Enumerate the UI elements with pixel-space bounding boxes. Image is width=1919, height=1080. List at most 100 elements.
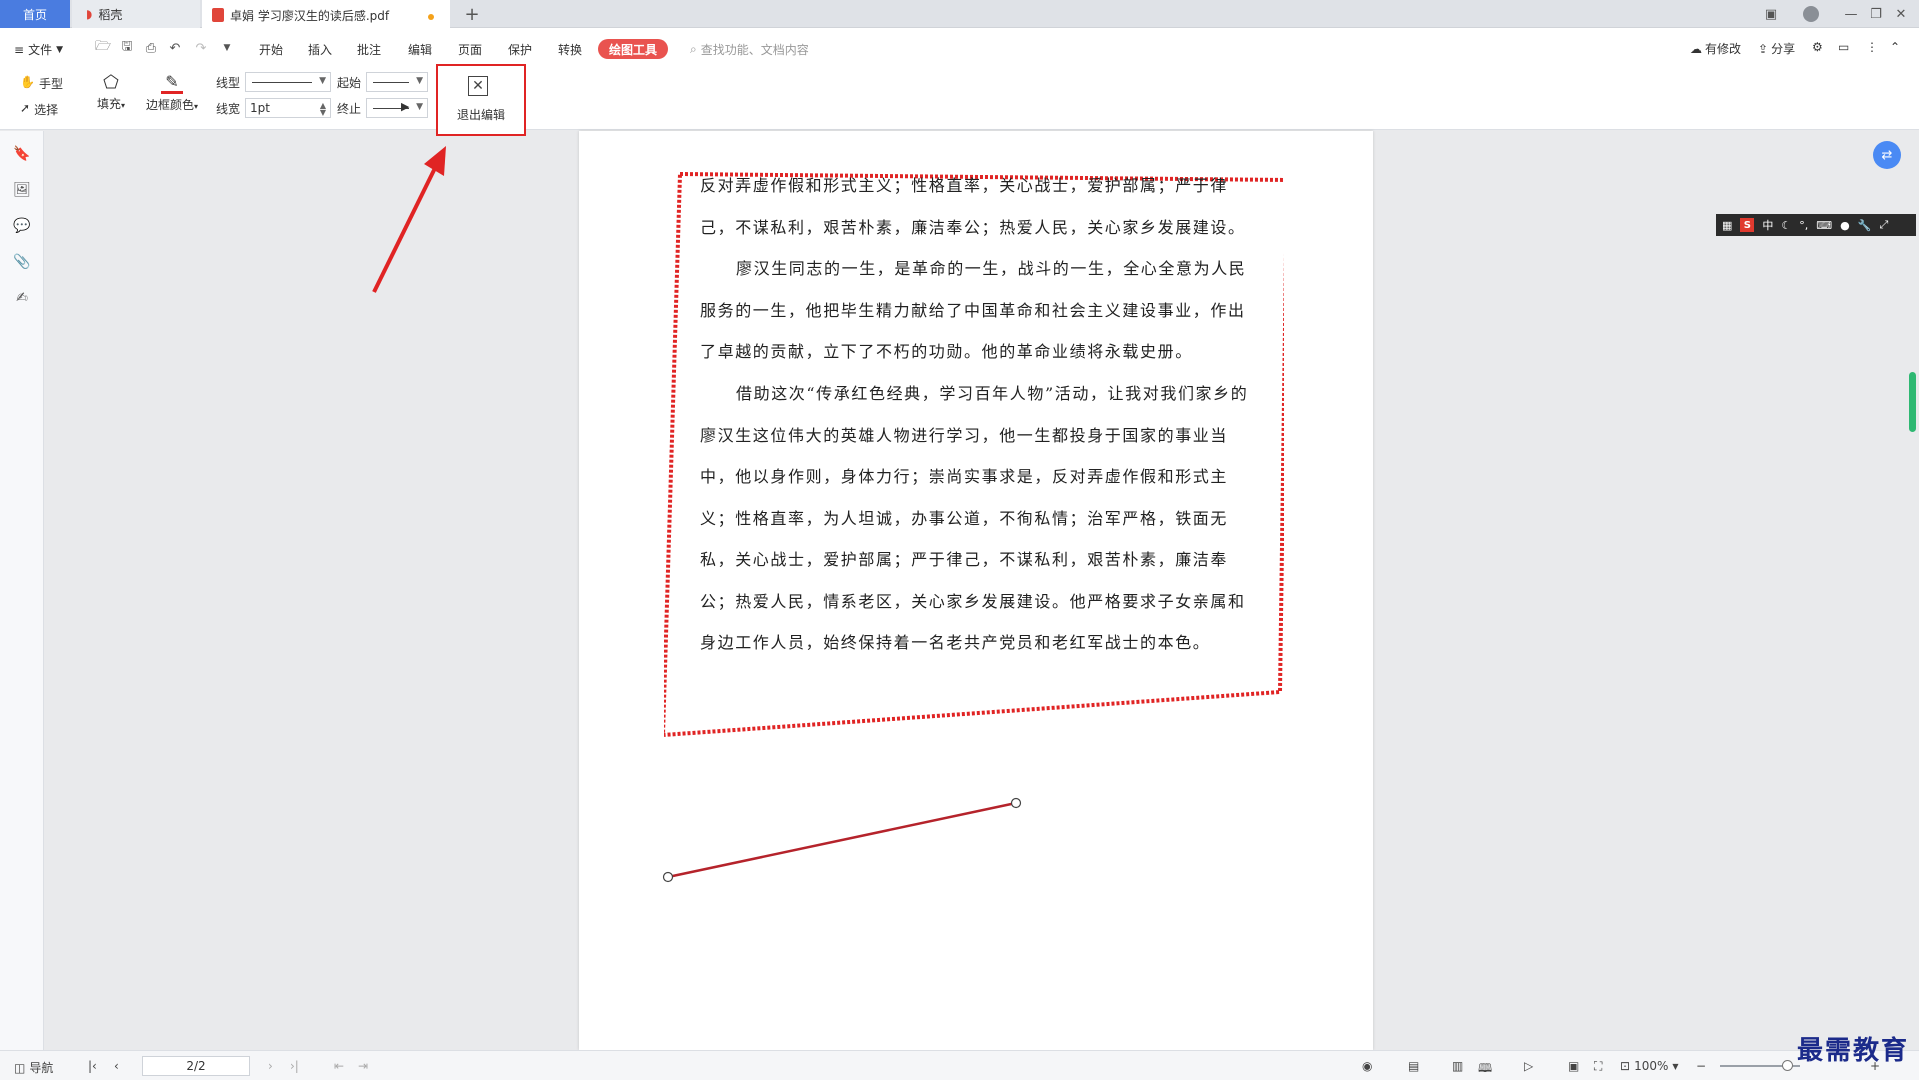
workspace-icon[interactable]: ▣	[1760, 4, 1782, 24]
hand-tool-button[interactable]: ✋ 手型	[20, 75, 63, 92]
comment-icon[interactable]: 💬	[13, 217, 31, 235]
search-box[interactable]: ⌕ 查找功能、文档内容	[690, 41, 809, 58]
first-page-icon[interactable]: |‹	[88, 1059, 97, 1073]
chevron-down-icon: ▼	[319, 76, 326, 86]
zoom-out-icon[interactable]: −	[1696, 1059, 1706, 1073]
wrench-icon: 🔧	[1857, 218, 1872, 232]
paragraph-2: 廖汉生同志的一生，是革命的一生，战斗的一生，全心全意为人民服务的一生，他把毕生精…	[700, 259, 1247, 361]
minimize-icon[interactable]: —	[1840, 4, 1862, 24]
ime-logo-icon: S	[1740, 218, 1755, 232]
border-color-swatch	[161, 91, 183, 94]
cursor-icon: ➚	[20, 101, 31, 115]
continuous-page-icon[interactable]: ▥	[1452, 1059, 1463, 1073]
annotation-arrow	[372, 146, 446, 293]
tab-document[interactable]: 卓娟 学习廖汉生的读后感.pdf	[202, 0, 450, 28]
thumbnail-icon[interactable]: 🖼	[13, 181, 31, 199]
customize-toolbar-icon[interactable]: ▼	[218, 39, 236, 57]
signature-icon[interactable]: ✍	[13, 289, 31, 307]
forward-icon[interactable]: ⇥	[358, 1059, 368, 1073]
ime-toolbar[interactable]: ▦ S 中 ☾ °, ⌨ ● 🔧 ⤢	[1716, 214, 1916, 236]
chevron-down-icon: ▼	[1672, 1061, 1679, 1071]
search-placeholder: 查找功能、文档内容	[700, 43, 809, 57]
ime-grid-icon: ▦	[1722, 218, 1733, 232]
line-start-handle[interactable]	[662, 871, 674, 883]
avatar[interactable]	[1800, 4, 1822, 24]
border-color-label: 边框颜色	[145, 98, 194, 112]
file-menu[interactable]: ≡ 文件 ▼	[14, 41, 63, 58]
line-width-label: 线宽	[216, 102, 241, 116]
line-type-label: 线型	[216, 76, 241, 90]
keyboard-icon: ⌨	[1816, 218, 1833, 232]
tab-bar: 首页 ◗ 稻壳 卓娟 学习廖汉生的读后感.pdf + ▣ — ❐ ✕	[0, 0, 1919, 28]
tab-daoke[interactable]: ◗ 稻壳	[72, 0, 200, 28]
file-menu-label: 文件	[28, 43, 53, 57]
print-icon[interactable]: ⎙	[142, 39, 160, 57]
prev-page-icon[interactable]: ‹	[114, 1059, 119, 1073]
next-page-icon[interactable]: ›	[268, 1059, 273, 1073]
tab-home[interactable]: 首页	[0, 0, 70, 28]
single-page-icon[interactable]: ▤	[1408, 1059, 1419, 1073]
line-end-select[interactable]: ▶ ▼	[366, 98, 428, 118]
fit-page-icon[interactable]: ⛶	[1594, 1059, 1602, 1074]
share-button[interactable]: ⇪ 分享	[1758, 40, 1795, 57]
restore-icon[interactable]: ❐	[1865, 4, 1887, 24]
chevron-down-icon: ▼	[416, 76, 423, 86]
eye-protect-icon[interactable]: ◉	[1362, 1059, 1372, 1073]
floating-translate-button[interactable]: ⇄	[1873, 141, 1901, 169]
new-tab-button[interactable]: +	[458, 0, 486, 28]
hamburger-icon: ≡	[14, 42, 25, 57]
line-start-select[interactable]: ▼	[366, 72, 428, 92]
close-box-icon: ✕	[468, 76, 488, 96]
redo-icon[interactable]: ↷	[192, 39, 210, 57]
book-view-icon[interactable]: 🕮	[1478, 1059, 1492, 1080]
last-page-icon[interactable]: ›|	[290, 1059, 299, 1073]
menu-insert[interactable]: 插入	[308, 41, 332, 58]
back-icon[interactable]: ⇤	[334, 1059, 344, 1073]
menu-edit[interactable]: 编辑	[408, 41, 432, 58]
line-end-handle[interactable]	[1010, 797, 1022, 809]
status-bar: ◫ 导航 |‹ ‹ 2/2 › ›| ⇤ ⇥ ◉ ▤ ▥ 🕮 ▷ ▣ ⛶ ⊡ 1…	[0, 1050, 1919, 1080]
attachment-icon[interactable]: 📎	[13, 253, 31, 271]
line-width-value: 1pt	[250, 101, 270, 115]
open-icon[interactable]: 🗁	[94, 39, 112, 57]
feedback-icon[interactable]: ▭	[1838, 40, 1849, 54]
hand-tool-label: 手型	[38, 77, 63, 91]
save-icon[interactable]: 🖫	[118, 39, 136, 57]
nav-toggle[interactable]: ◫ 导航	[14, 1059, 53, 1076]
fill-label: 填充	[96, 97, 121, 111]
exit-edit-button[interactable]: ✕ 退出编辑	[436, 64, 526, 136]
line-type-select[interactable]: ▼	[245, 72, 331, 92]
bookmark-icon[interactable]: 🔖	[13, 145, 31, 163]
undo-icon[interactable]: ↶	[166, 39, 184, 57]
actual-size-icon[interactable]: ▣	[1568, 1059, 1579, 1073]
zoom-slider-handle[interactable]	[1782, 1060, 1793, 1071]
vertical-scrollbar[interactable]	[1909, 372, 1916, 432]
share-label: 分享	[1771, 42, 1796, 56]
play-icon[interactable]: ▷	[1524, 1059, 1533, 1073]
tab-drawing-tools[interactable]: 绘图工具	[598, 39, 668, 59]
pen-icon: ✎	[165, 72, 179, 91]
menu-protect[interactable]: 保护	[508, 41, 532, 58]
collapse-ribbon-icon[interactable]: ⌃	[1890, 40, 1900, 54]
menu-convert[interactable]: 转换	[558, 41, 582, 58]
nav-label: 导航	[29, 1061, 54, 1075]
menu-page[interactable]: 页面	[458, 41, 482, 58]
settings-icon[interactable]: ⚙	[1812, 40, 1823, 54]
watermark-logo: 最需教育	[1797, 1036, 1910, 1066]
fill-button[interactable]: ⬠ 填充▾	[94, 72, 128, 112]
zoom-select[interactable]: ⊡ 100% ▼	[1620, 1059, 1679, 1073]
has-changes-button[interactable]: ☁ 有修改	[1690, 40, 1741, 57]
select-tool-button[interactable]: ➚ 选择	[20, 101, 58, 118]
menu-comment[interactable]: 批注	[357, 41, 381, 58]
menu-start[interactable]: 开始	[259, 41, 283, 58]
page-number-input[interactable]: 2/2	[142, 1056, 250, 1076]
has-changes-label: 有修改	[1705, 42, 1742, 56]
border-color-button[interactable]: ✎ 边框颜色▾	[140, 72, 204, 113]
more-icon[interactable]: ⋮	[1866, 40, 1878, 54]
drawn-line-shape[interactable]	[660, 795, 1025, 885]
nav-panel-icon: ◫	[14, 1060, 26, 1075]
cloud-icon: ☁	[1690, 41, 1702, 56]
select-tool-label: 选择	[34, 103, 59, 117]
line-width-input[interactable]: 1pt ▲ ▼	[245, 98, 331, 118]
close-icon[interactable]: ✕	[1890, 4, 1912, 24]
